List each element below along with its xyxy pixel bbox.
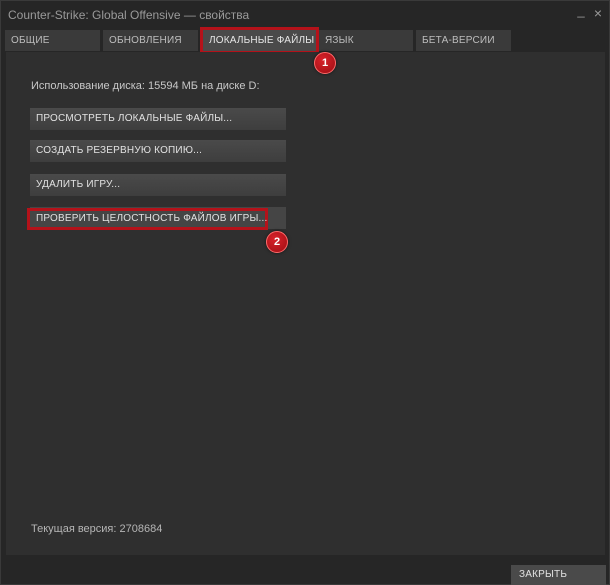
annotation-badge-1: 1 <box>314 52 336 74</box>
properties-window: Counter-Strike: Global Offensive — свойс… <box>0 0 610 585</box>
tab-language[interactable]: ЯЗЫК <box>319 30 413 51</box>
tab-general[interactable]: ОБЩИЕ <box>5 30 100 51</box>
tab-bar: ОБЩИЕ ОБНОВЛЕНИЯ ЛОКАЛЬНЫЕ ФАЙЛЫ ЯЗЫК БЕ… <box>5 27 605 54</box>
uninstall-game-button[interactable]: УДАЛИТЬ ИГРУ... <box>30 174 286 196</box>
disk-usage-text: Использование диска: 15594 МБ на диске D… <box>31 80 260 92</box>
backup-game-files-button[interactable]: СОЗДАТЬ РЕЗЕРВНУЮ КОПИЮ... <box>30 140 286 162</box>
browse-local-files-button[interactable]: ПРОСМОТРЕТЬ ЛОКАЛЬНЫЕ ФАЙЛЫ... <box>30 108 286 130</box>
annotation-badge-2: 2 <box>266 231 288 253</box>
close-button[interactable]: ЗАКРЫТЬ <box>511 565 606 585</box>
tab-updates[interactable]: ОБНОВЛЕНИЯ <box>103 30 198 51</box>
tab-beta[interactable]: БЕТА-ВЕРСИИ <box>416 30 511 51</box>
minimize-icon[interactable]: _ <box>573 3 589 19</box>
verify-integrity-button-wrap: ПРОВЕРИТЬ ЦЕЛОСТНОСТЬ ФАЙЛОВ ИГРЫ... <box>30 207 286 229</box>
verify-integrity-button[interactable]: ПРОВЕРИТЬ ЦЕЛОСТНОСТЬ ФАЙЛОВ ИГРЫ... <box>27 208 268 230</box>
title-bar: Counter-Strike: Global Offensive — свойс… <box>1 1 609 29</box>
window-title: Counter-Strike: Global Offensive — свойс… <box>8 8 250 22</box>
current-version-text: Текущая версия: 2708684 <box>31 523 163 535</box>
tab-local-files[interactable]: ЛОКАЛЬНЫЕ ФАЙЛЫ <box>200 27 319 54</box>
close-icon[interactable]: × <box>590 5 606 21</box>
